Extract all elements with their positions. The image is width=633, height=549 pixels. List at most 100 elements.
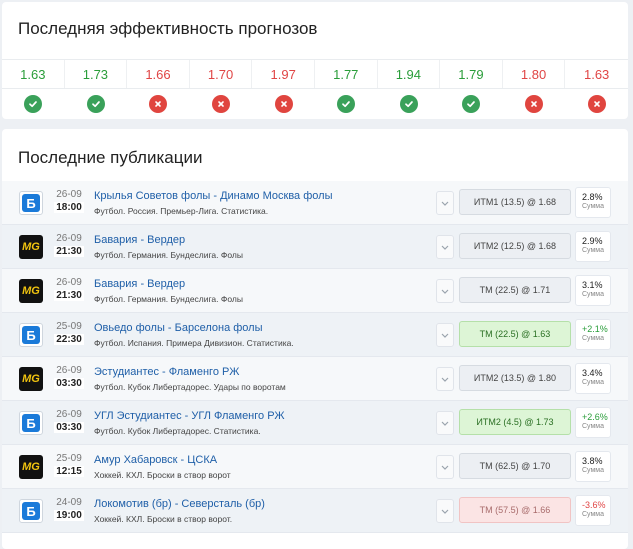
match-link[interactable]: Эстудиантес - Фламенго РЖ bbox=[94, 366, 239, 378]
bookmaker-b-logo-icon: Б bbox=[19, 411, 43, 435]
publications-title: Последние публикации bbox=[18, 148, 203, 167]
performance-result-cell bbox=[503, 89, 566, 119]
result-label: Сумма bbox=[582, 335, 604, 342]
expand-button[interactable] bbox=[436, 367, 454, 391]
bet-button[interactable]: ИТМ1 (13.5) @ 1.68 bbox=[459, 189, 571, 215]
chevron-down-icon bbox=[441, 418, 449, 428]
expand-button[interactable] bbox=[436, 235, 454, 259]
bet-button[interactable]: ТМ (62.5) @ 1.70 bbox=[459, 453, 571, 479]
expand-button[interactable] bbox=[436, 323, 454, 347]
chevron-down-icon bbox=[441, 506, 449, 516]
bet-button[interactable]: ТМ (57.5) @ 1.66 bbox=[459, 497, 571, 523]
bookmaker-logo-text: Б bbox=[22, 414, 40, 432]
bookmaker-b-logo-icon: Б bbox=[19, 323, 43, 347]
match-link[interactable]: Локомотив (бр) - Северсталь (бр) bbox=[94, 498, 265, 510]
event-time: 18:00 bbox=[54, 202, 84, 213]
result-box: 3.8% Сумма bbox=[575, 451, 611, 482]
bet-button[interactable]: ИТМ2 (4.5) @ 1.73 bbox=[459, 409, 571, 435]
expand-button[interactable] bbox=[436, 279, 454, 303]
check-icon bbox=[24, 95, 43, 113]
bet-button[interactable]: ТМ (22.5) @ 1.71 bbox=[459, 277, 571, 303]
result-label: Сумма bbox=[582, 379, 604, 386]
match-link[interactable]: Амур Хабаровск - ЦСКА bbox=[94, 454, 217, 466]
result-label: Сумма bbox=[582, 423, 604, 430]
publication-row[interactable]: MG 26-09 21:30 Бавария - Вердер Футбол. Герм… bbox=[2, 225, 628, 269]
performance-title: Последняя эффективность прогнозов bbox=[18, 19, 318, 38]
match-link[interactable]: Овьедо фолы - Барселона фолы bbox=[94, 322, 263, 334]
publications-list: Б 26-09 18:00 Крылья Советов фолы - Динамо … bbox=[2, 181, 628, 533]
publication-row[interactable]: Б 26-09 18:00 Крылья Советов фолы - Динамо … bbox=[2, 181, 628, 225]
publication-row[interactable]: Б 24-09 19:00 Локомотив (бр) - Северсталь (… bbox=[2, 489, 628, 533]
chevron-down-icon bbox=[441, 198, 449, 208]
cross-icon bbox=[212, 95, 231, 113]
performance-odds: 1.80 bbox=[503, 60, 566, 88]
check-icon bbox=[86, 95, 105, 113]
event-time: 03:30 bbox=[54, 378, 84, 389]
event-time: 19:00 bbox=[54, 510, 84, 521]
cross-icon bbox=[587, 95, 606, 113]
result-value: 3.8% bbox=[582, 456, 603, 466]
performance-card: Последняя эффективность прогнозов 1.63 1.… bbox=[2, 2, 628, 119]
bookmaker-b-logo-icon: Б bbox=[19, 499, 43, 523]
publication-row[interactable]: MG 26-09 03:30 Эстудиантес - Фламенго РЖ Фут… bbox=[2, 357, 628, 401]
performance-result-cell bbox=[65, 89, 128, 119]
result-value: 3.1% bbox=[582, 280, 603, 290]
performance-odds: 1.63 bbox=[583, 66, 610, 82]
match-link[interactable]: Крылья Советов фолы - Динамо Москва фолы bbox=[94, 190, 332, 202]
performance-result-cell bbox=[252, 89, 315, 119]
result-value: +2.1% bbox=[582, 324, 608, 334]
bookmaker-logo-text: Б bbox=[22, 194, 40, 212]
performance-odds: 1.66 bbox=[127, 60, 190, 88]
check-icon bbox=[399, 95, 418, 113]
publication-row[interactable]: Б 26-09 03:30 УГЛ Эстудиантес - УГЛ Фламенг… bbox=[2, 401, 628, 445]
expand-button[interactable] bbox=[436, 411, 454, 435]
event-date: 24-09 bbox=[56, 497, 82, 508]
result-box: 3.4% Сумма bbox=[575, 363, 611, 394]
performance-odds: 1.77 bbox=[315, 60, 378, 88]
bookmaker-mg-logo-icon: MG bbox=[19, 235, 43, 259]
match-link[interactable]: Бавария - Вердер bbox=[94, 278, 185, 290]
result-box: 2.8% Сумма bbox=[575, 187, 611, 218]
bet-button[interactable]: ИТМ2 (13.5) @ 1.80 bbox=[459, 365, 571, 391]
performance-odds: 1.70 bbox=[190, 60, 253, 88]
bet-button[interactable]: ТМ (22.5) @ 1.63 bbox=[459, 321, 571, 347]
match-link[interactable]: УГЛ Эстудиантес - УГЛ Фламенго РЖ bbox=[94, 410, 285, 422]
event-time: 22:30 bbox=[54, 334, 84, 345]
chevron-down-icon bbox=[441, 462, 449, 472]
match-link[interactable]: Бавария - Вердер bbox=[94, 234, 185, 246]
performance-result-cell bbox=[2, 89, 65, 119]
result-label: Сумма bbox=[582, 467, 604, 474]
performance-odds: 1.79 bbox=[440, 60, 503, 88]
check-icon bbox=[337, 95, 356, 113]
performance-result-cell bbox=[127, 89, 190, 119]
check-icon bbox=[462, 95, 481, 113]
expand-button[interactable] bbox=[436, 455, 454, 479]
expand-button[interactable] bbox=[436, 191, 454, 215]
event-time: 12:15 bbox=[54, 466, 84, 477]
result-value: +2.6% bbox=[582, 412, 608, 422]
publication-row[interactable]: Б 25-09 22:30 Овьедо фолы - Барселона фолы Ф… bbox=[2, 313, 628, 357]
result-value: -3.6% bbox=[582, 500, 606, 510]
expand-button[interactable] bbox=[436, 499, 454, 523]
publication-row[interactable]: MG 26-09 21:30 Бавария - Вердер Футбол. Герм… bbox=[2, 269, 628, 313]
performance-result-cell bbox=[440, 89, 503, 119]
performance-result-cell bbox=[565, 89, 628, 119]
match-info: Футбол. Германия. Бундеслига. Фолы bbox=[94, 294, 243, 304]
event-date: 26-09 bbox=[56, 277, 82, 288]
event-date: 25-09 bbox=[56, 321, 82, 332]
match-info: Футбол. Кубок Либертадорес. Удары по вор… bbox=[94, 382, 286, 392]
bet-button[interactable]: ИТМ2 (12.5) @ 1.68 bbox=[459, 233, 571, 259]
chevron-down-icon bbox=[441, 242, 449, 252]
event-date: 26-09 bbox=[56, 233, 82, 244]
match-info: Хоккей. КХЛ. Броски в створ ворот bbox=[94, 470, 231, 480]
bookmaker-b-logo-icon: Б bbox=[19, 191, 43, 215]
performance-odds-row: 1.63 1.73 1.66 1.70 1.97 1.77 1.94 1.79 1.80 1.63 bbox=[2, 59, 628, 89]
event-time: 03:30 bbox=[54, 422, 84, 433]
result-box: 3.1% Сумма bbox=[575, 275, 611, 306]
publication-row[interactable]: MG 25-09 12:15 Амур Хабаровск - ЦСКА Хоккей.… bbox=[2, 445, 628, 489]
result-box: 2.9% Сумма bbox=[575, 231, 611, 262]
event-date: 26-09 bbox=[56, 365, 82, 376]
performance-odds: 1.73 bbox=[65, 60, 128, 88]
event-date: 26-09 bbox=[56, 409, 82, 420]
match-info: Хоккей. КХЛ. Броски в створ ворот. bbox=[94, 514, 233, 524]
